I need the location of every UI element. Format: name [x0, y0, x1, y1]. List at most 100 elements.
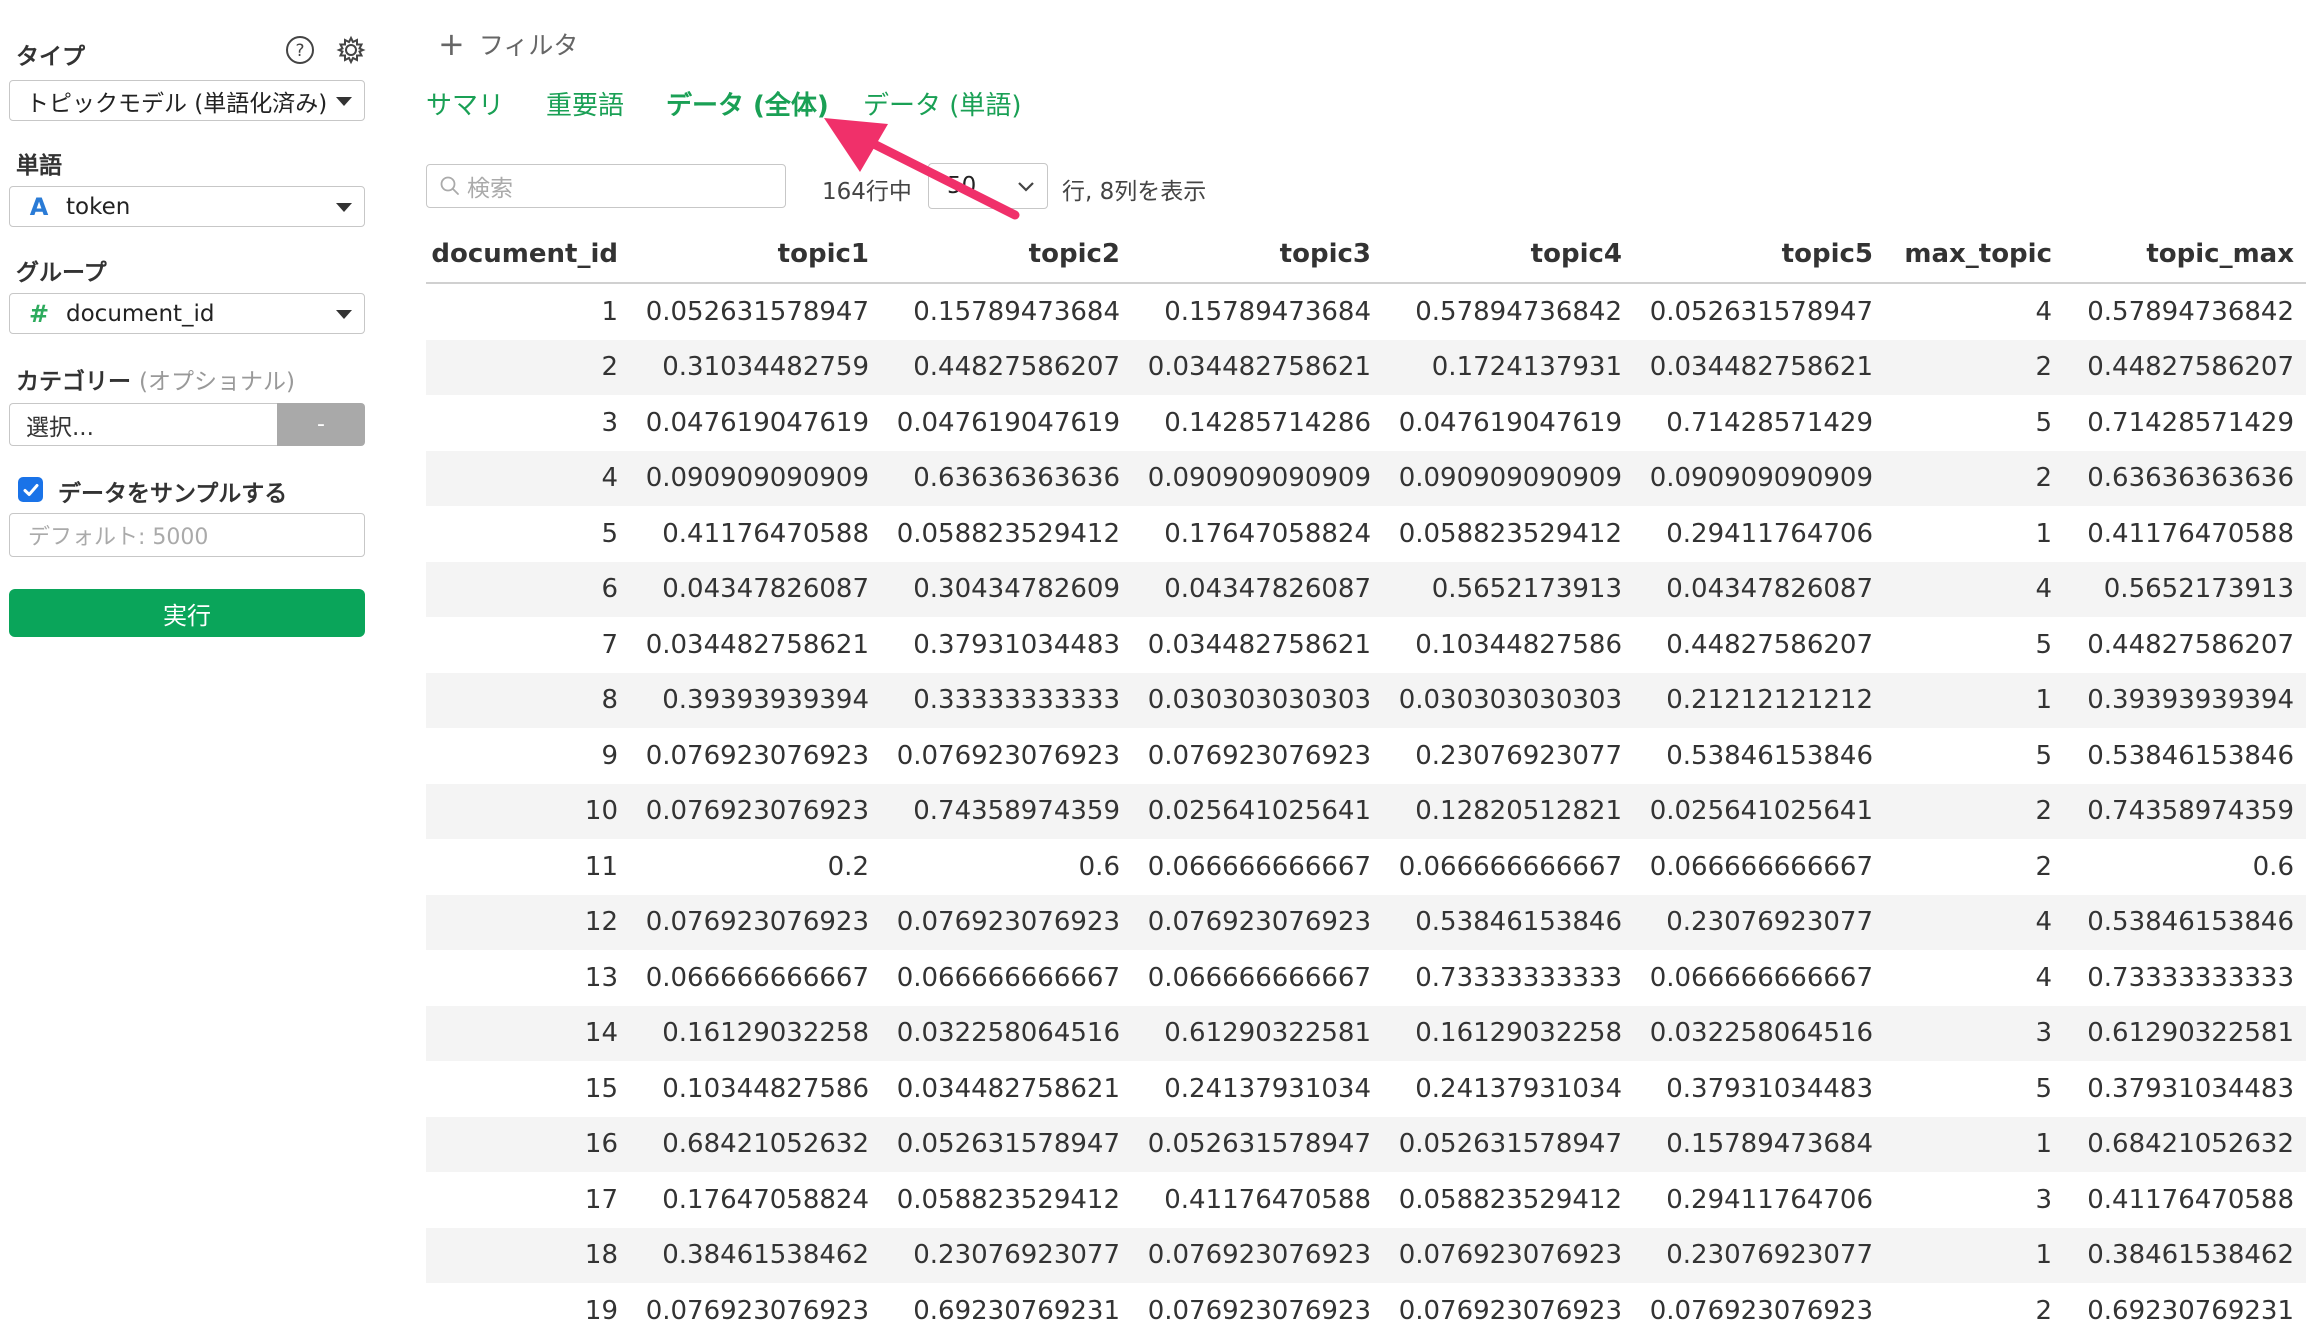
- column-header-topic-max[interactable]: topic_max: [2064, 226, 2306, 284]
- table-row: 8 0.39393939394 0.33333333333 0.03030303030…: [426, 672, 2306, 728]
- column-header-topic3[interactable]: topic3: [1132, 226, 1383, 284]
- table-cell: 0.71428571429: [1666, 407, 1873, 438]
- table-cell: 0.058823529412: [1398, 1184, 1622, 1215]
- table-cell: 0.076923076923: [1132, 1227, 1383, 1283]
- category-select[interactable]: 選択...: [9, 403, 277, 446]
- table-cell: 0.1724137931: [1383, 339, 1634, 395]
- table-row: 18 0.38461538462 0.23076923077 0.0769230769…: [426, 1227, 2306, 1283]
- table-cell: 2: [1885, 339, 2064, 395]
- category-optional-text: (オプショナル): [139, 369, 295, 395]
- word-label: 単語: [16, 153, 62, 179]
- type-select[interactable]: トピックモデル (単語化済み): [9, 80, 365, 121]
- table-row: 15 0.10344827586 0.034482758621 0.241379310…: [426, 1061, 2306, 1117]
- table-cell: 0.17647058824: [1164, 518, 1371, 549]
- table-row: 19 0.076923076923 0.69230769231 0.076923076…: [426, 1283, 2306, 1339]
- table-cell: 16: [426, 1116, 630, 1172]
- table-cell: 0.076923076923: [645, 740, 869, 771]
- table-cell: 0.034482758621: [896, 1073, 1120, 1104]
- table-cell: 0.23076923077: [1634, 1227, 1885, 1283]
- word-select[interactable]: A token: [9, 186, 365, 227]
- table-cell: 0.74358974359: [2064, 783, 2306, 839]
- table-cell: 4: [426, 450, 630, 506]
- table-row: 4 0.090909090909 0.63636363636 0.0909090909…: [426, 450, 2306, 506]
- table-row: 2 0.31034482759 0.44827586207 0.03448275862…: [426, 339, 2306, 395]
- sample-checkbox-label[interactable]: データをサンプルする: [58, 474, 287, 508]
- table-cell: 0.04347826087: [630, 561, 881, 617]
- table-cell: 0.04347826087: [1132, 561, 1383, 617]
- column-header-document-id[interactable]: document_id: [426, 226, 630, 284]
- table-cell: 0.63636363636: [881, 450, 1132, 506]
- table-cell: 18: [426, 1227, 630, 1283]
- tab-important-words[interactable]: 重要語: [546, 85, 624, 122]
- column-header-topic2[interactable]: topic2: [881, 226, 1132, 284]
- table-cell: 0.034482758621: [1132, 339, 1383, 395]
- table-cell: 0.53846153846: [1383, 894, 1634, 950]
- table-cell: 0.15789473684: [1634, 1116, 1885, 1172]
- table-cell: 0.44827586207: [1666, 629, 1873, 660]
- table-row: 9 0.076923076923 0.076923076923 0.076923076…: [426, 728, 2306, 784]
- column-header-topic5[interactable]: topic5: [1634, 226, 1885, 284]
- table-cell: 11: [584, 851, 618, 882]
- help-icon[interactable]: ?: [285, 35, 315, 65]
- table-cell: 0.030303030303: [1132, 672, 1383, 728]
- table-row: 1 0.052631578947 0.15789473684 0.1578947368…: [426, 283, 2306, 340]
- table-cell: 0.23076923077: [881, 1227, 1132, 1283]
- run-button[interactable]: 実行: [9, 589, 365, 637]
- table-row: 6 0.04347826087 0.30434782609 0.04347826087…: [426, 561, 2306, 617]
- category-label: カテゴリー (オプショナル): [16, 362, 295, 396]
- table-cell: 3: [2035, 1184, 2052, 1215]
- table-cell: 0.41176470588: [2087, 1184, 2294, 1215]
- column-header-topic1[interactable]: topic1: [630, 226, 881, 284]
- table-cell: 0.39393939394: [2064, 672, 2306, 728]
- table-cell: 5: [2035, 407, 2052, 438]
- table-cell: 0.047619047619: [645, 407, 869, 438]
- data-table: document_id topic1 topic2 topic3 topic4 topic…: [426, 226, 2306, 1339]
- add-filter-button[interactable]: + フィルタ: [438, 26, 578, 62]
- table-cell: 0.034482758621: [645, 629, 869, 660]
- table-cell: 0.73333333333: [1415, 962, 1622, 993]
- sample-size-input[interactable]: デフォルト: 5000: [9, 513, 365, 557]
- table-cell: 2: [426, 339, 630, 395]
- search-input[interactable]: 検索: [426, 164, 786, 208]
- table-cell: 0.44827586207: [2087, 629, 2294, 660]
- table-row: 7 0.034482758621 0.37931034483 0.0344827586…: [426, 617, 2306, 673]
- table-cell: 0.052631578947: [1383, 1116, 1634, 1172]
- table-row: 10 0.076923076923 0.74358974359 0.025641025…: [426, 783, 2306, 839]
- svg-text:?: ?: [295, 41, 304, 61]
- column-header-max-topic[interactable]: max_topic: [1885, 226, 2064, 284]
- type-select-value: トピックモデル (単語化済み): [26, 90, 328, 117]
- table-cell: 0.71428571429: [2087, 407, 2294, 438]
- table-cell: 6: [426, 561, 630, 617]
- group-select[interactable]: # document_id: [9, 293, 365, 334]
- category-label-text: カテゴリー: [16, 369, 131, 395]
- category-clear-button[interactable]: -: [277, 403, 365, 446]
- table-row: 5 0.41176470588 0.058823529412 0.1764705882…: [426, 506, 2306, 562]
- table-cell: 0.44827586207: [2064, 339, 2306, 395]
- table-cell: 0.74358974359: [881, 783, 1132, 839]
- table-cell: 0.68421052632: [630, 1116, 881, 1172]
- table-cell: 0.047619047619: [1398, 407, 1622, 438]
- table-cell: 17: [584, 1184, 618, 1215]
- type-label: タイプ: [16, 44, 85, 70]
- table-cell: 5: [2035, 1073, 2052, 1104]
- table-cell: 0.6: [2252, 851, 2294, 882]
- gear-icon[interactable]: [336, 35, 366, 65]
- table-cell: 0.025641025641: [1634, 783, 1885, 839]
- table-cell: 8: [426, 672, 630, 728]
- table-cell: 0.16129032258: [630, 1005, 881, 1061]
- table-cell: 0.15789473684: [913, 296, 1120, 327]
- table-cell: 0.066666666667: [645, 962, 869, 993]
- character-type-icon: A: [29, 192, 49, 221]
- table-cell: 0.030303030303: [1383, 672, 1634, 728]
- row-count-suffix: 行, 8列を表示: [1062, 179, 1207, 205]
- chevron-down-icon: [336, 310, 352, 319]
- sample-checkbox[interactable]: [18, 477, 43, 502]
- table-cell: 0.37931034483: [913, 629, 1120, 660]
- tab-summary[interactable]: サマリ: [426, 85, 504, 122]
- column-header-topic4[interactable]: topic4: [1383, 226, 1634, 284]
- tab-data-all[interactable]: データ (全体): [666, 85, 829, 122]
- chevron-down-icon: [336, 203, 352, 212]
- table-cell: 14: [426, 1005, 630, 1061]
- table-cell: 0.37931034483: [2087, 1073, 2294, 1104]
- table-cell: 0.2: [827, 851, 869, 882]
